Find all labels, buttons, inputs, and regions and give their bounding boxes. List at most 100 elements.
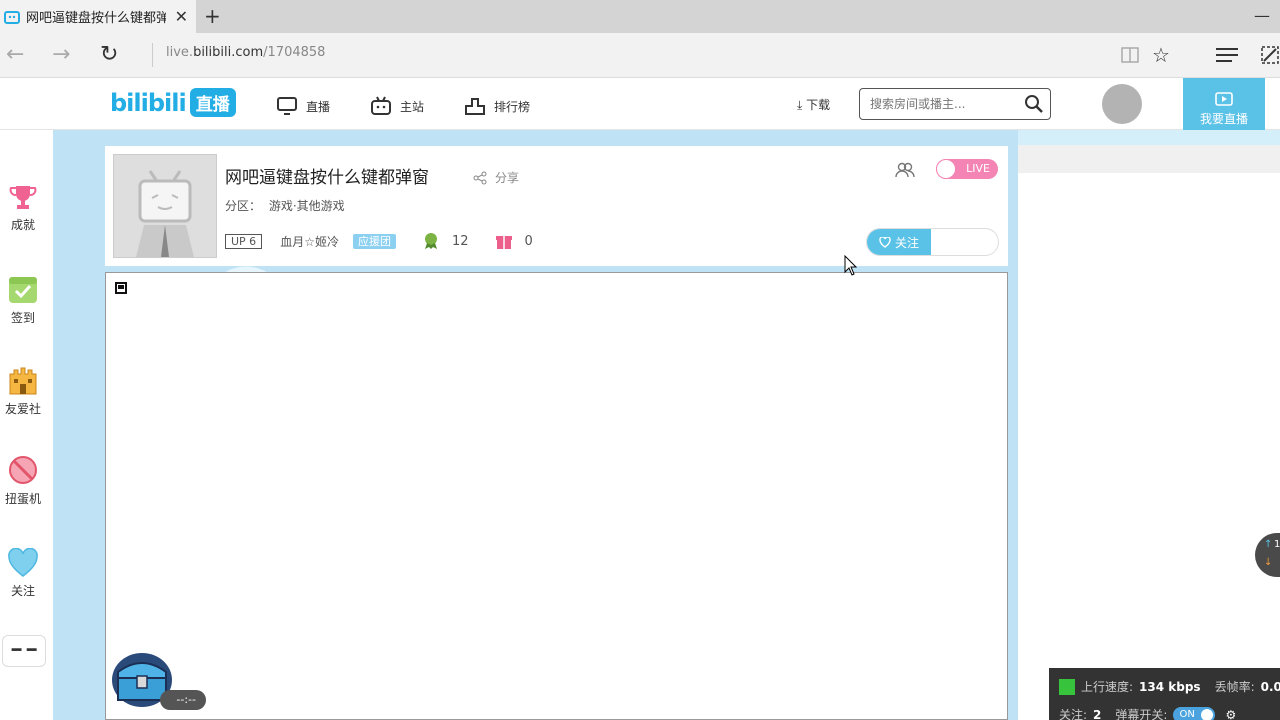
share-icon — [473, 171, 487, 184]
checkin-icon — [9, 277, 37, 303]
nav-item-label: 主站 — [400, 99, 425, 114]
drop-rate-label: 丢帧率: — [1214, 680, 1255, 694]
follow-button[interactable]: 关注 — [867, 229, 931, 255]
room-category: 分区： 游戏·其他游戏 — [225, 197, 345, 214]
drop-rate-value: 0.00 — [1260, 679, 1280, 694]
follow-label: 关注 — [894, 235, 919, 250]
signal-indicator — [1059, 678, 1075, 695]
room-cover[interactable] — [113, 154, 217, 258]
room-admin-icon[interactable] — [895, 162, 915, 178]
back-arrow-icon[interactable]: ← — [6, 42, 24, 67]
upload-speed-value: 134 kbps — [1139, 679, 1201, 694]
left-sidebar: 成就 签到 友爱社 扭蛋机 关注 ━ ━ — [0, 130, 53, 720]
live-label: LIVE — [966, 162, 990, 175]
follow-count-label: 关注: — [1059, 708, 1088, 720]
nav-item-label: 直播 — [306, 99, 331, 114]
status-row-speed: 上行速度: 134 kbps 丢帧率: 0.00 — [1059, 678, 1280, 695]
upload-speed-label: 上行速度: — [1081, 680, 1134, 694]
close-tab-icon[interactable]: ✕ — [175, 7, 188, 26]
sidebar-item-achievement[interactable]: 成就 — [0, 182, 46, 233]
nav-item-ranking[interactable]: 排行榜 — [464, 96, 530, 116]
fan-club-badge[interactable]: 应援团 — [352, 233, 396, 249]
live-tv-icon — [1215, 92, 1233, 106]
room-info-card: 网吧逼键盘按什么键都弹窗 分享 分区： 游戏·其他游戏 UP 6 血月☆姬冷 应… — [105, 146, 1008, 266]
danmaku-switch-label: 弹幕开关: — [1115, 708, 1168, 720]
video-player[interactable] — [105, 272, 1008, 720]
web-note-icon[interactable] — [1260, 45, 1280, 65]
url-field[interactable]: live.bilibili.com/1704858 — [166, 45, 325, 60]
share-label: 分享 — [495, 171, 520, 185]
search-icon[interactable] — [1024, 94, 1044, 114]
reading-view-icon[interactable] — [1120, 45, 1140, 65]
go-live-button[interactable]: 我要直播 — [1183, 78, 1265, 138]
download-icon: ⤓ — [797, 98, 803, 112]
room-meta-row: UP 6 血月☆姬冷 应援团 12 0 — [225, 232, 559, 250]
sidebar-item-label: 签到 — [10, 311, 35, 325]
follow-widget: 关注 — [866, 228, 999, 256]
toggle-knob — [1201, 708, 1214, 720]
scroll-up-icon[interactable]: ↑ — [1264, 539, 1272, 550]
up-level-badge: UP 6 — [225, 233, 263, 249]
browser-tab-bar: 网吧逼键盘按什么键都弹窗 ✕ + — — [0, 0, 1280, 33]
status-row-follow: 关注: 2 弹幕开关: ON ⚙ — [1059, 706, 1236, 720]
bilibili-live-logo[interactable]: bilibili 直播 — [110, 88, 236, 117]
live-status-toggle[interactable]: LIVE — [936, 159, 998, 179]
new-tab-icon[interactable]: + — [204, 4, 221, 28]
sidebar-more-button[interactable]: ━ ━ — [2, 635, 46, 667]
sidebar-item-label: 扭蛋机 — [4, 492, 41, 506]
sidebar-item-guild[interactable]: 友爱社 — [0, 364, 46, 417]
category-link[interactable]: 游戏·其他游戏 — [269, 199, 345, 213]
settings-gear-icon[interactable]: ⚙ — [1225, 708, 1236, 720]
room-title: 网吧逼键盘按什么键都弹窗 — [225, 168, 429, 188]
danmaku-toggle[interactable]: ON — [1173, 706, 1216, 720]
refresh-icon[interactable]: ↻ — [100, 42, 118, 67]
anchor-name[interactable]: 血月☆姬冷 — [280, 233, 339, 250]
user-avatar[interactable] — [1102, 84, 1142, 124]
sidebar-item-label: 关注 — [10, 584, 35, 598]
nav-item-live[interactable]: 直播 — [276, 96, 330, 116]
sidebar-item-label: 友爱社 — [4, 402, 41, 416]
url-domain: bilibili.com — [193, 45, 264, 60]
address-separator — [152, 43, 153, 67]
ranking-icon — [465, 98, 486, 115]
sidebar-item-follow[interactable]: 关注 — [0, 548, 46, 599]
browser-tab[interactable]: 网吧逼键盘按什么键都弹窗 ✕ — [0, 0, 196, 33]
address-bar: ← → ↻ live.bilibili.com/1704858 ☆ — [0, 33, 1280, 78]
stream-status-panel: 上行速度: 134 kbps 丢帧率: 0.00 关注: 2 弹幕开关: ON … — [1049, 668, 1280, 720]
gift-count: 0 — [524, 233, 533, 249]
scroll-count: 1 — [1274, 539, 1280, 550]
logo-text: bilibili — [110, 88, 187, 117]
gift-stat: 0 — [495, 232, 533, 250]
gashapon-icon — [9, 456, 37, 484]
go-live-label: 我要直播 — [1199, 112, 1248, 126]
heart-icon — [8, 548, 38, 577]
danmaku-state: ON — [1179, 708, 1195, 720]
default-cover-tv-icon — [136, 170, 194, 257]
share-button[interactable]: 分享 — [473, 169, 519, 186]
medal-icon — [424, 233, 437, 249]
right-chat-panel — [1018, 145, 1280, 275]
medal-stat: 12 — [422, 232, 469, 250]
logo-live-badge: 直播 — [189, 88, 236, 117]
scroll-helper[interactable]: ↑ 1 ↓ — [1255, 533, 1280, 577]
minimize-icon[interactable]: — — [1254, 6, 1270, 25]
download-link[interactable]: ⤓ 下载 — [797, 96, 830, 113]
forward-arrow-icon[interactable]: → — [52, 42, 70, 67]
trophy-icon — [9, 186, 37, 209]
monitor-icon — [277, 97, 297, 115]
search-input[interactable] — [860, 89, 1015, 119]
url-path: /1704858 — [263, 45, 326, 60]
follow-count-value: 2 — [1093, 707, 1102, 720]
nav-item-main-site[interactable]: 主站 — [370, 96, 424, 116]
sidebar-item-gashapon[interactable]: 扭蛋机 — [0, 454, 46, 507]
hub-menu-icon[interactable] — [1216, 46, 1238, 64]
search-box — [859, 88, 1051, 120]
category-label: 分区： — [225, 199, 262, 213]
favorite-star-icon[interactable]: ☆ — [1152, 43, 1170, 67]
player-mini-icon[interactable] — [114, 281, 128, 295]
sidebar-item-checkin[interactable]: 签到 — [0, 273, 46, 326]
chest-timer: --:-- — [160, 690, 206, 710]
castle-icon — [9, 367, 37, 395]
scroll-down-icon[interactable]: ↓ — [1264, 557, 1272, 568]
site-header: bilibili 直播 直播 主站 排行榜 ⤓ 下载 我要直播 — [0, 78, 1280, 138]
